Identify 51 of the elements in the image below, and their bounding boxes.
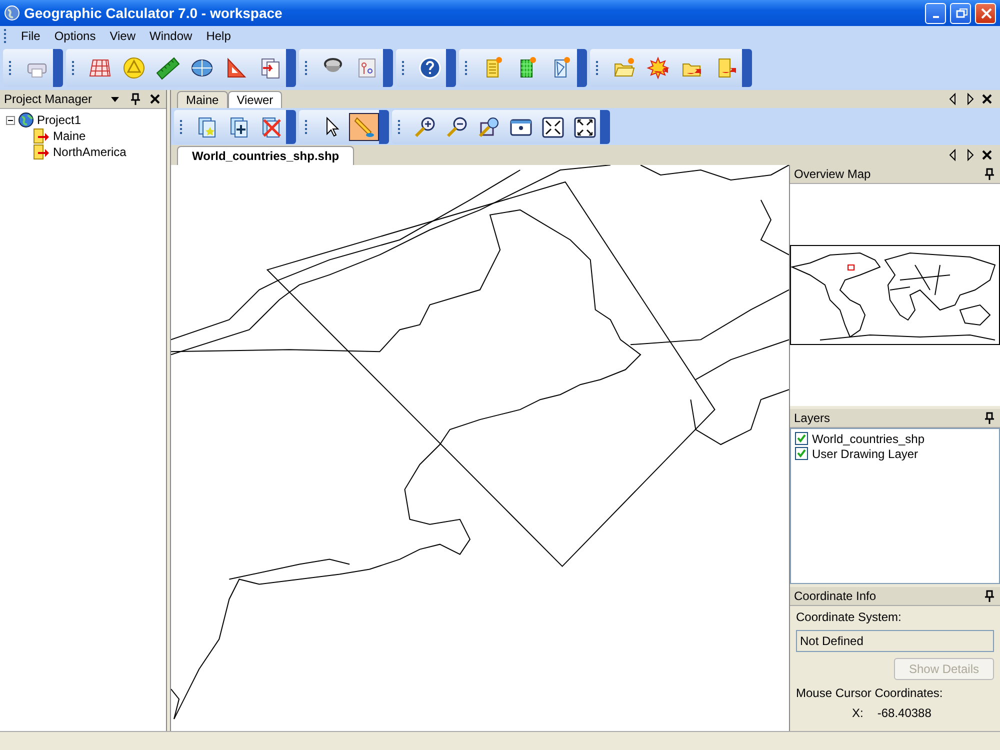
- restore-button[interactable]: [950, 2, 971, 24]
- panel-title: Layers: [794, 411, 832, 425]
- globe-icon: [18, 112, 34, 128]
- panel-title: Project Manager: [4, 92, 94, 106]
- ruler-icon: [156, 56, 180, 80]
- tree-item[interactable]: Maine: [53, 129, 86, 143]
- document-arrow-icon: [32, 144, 50, 160]
- document-arrow-icon: [32, 128, 50, 144]
- zoom-box-icon: [477, 114, 501, 138]
- close-button[interactable]: [975, 2, 996, 24]
- pin-icon[interactable]: [982, 411, 996, 425]
- tab[interactable]: Maine: [177, 91, 228, 108]
- zoom-in-icon: [413, 114, 437, 138]
- field-label: Coordinate System:: [796, 610, 902, 624]
- menu-item[interactable]: View: [102, 29, 142, 43]
- minimize-button[interactable]: [925, 2, 946, 24]
- menu-item[interactable]: Options: [47, 29, 103, 43]
- tool-button[interactable]: [349, 112, 379, 140]
- coordinate-value: -68.40388: [877, 706, 932, 720]
- burst-arrow-icon: [646, 56, 670, 80]
- field-label: Mouse Cursor Coordinates:: [796, 686, 944, 700]
- pin-icon[interactable]: [982, 167, 996, 181]
- zoom-out-icon: [445, 114, 469, 138]
- checkbox[interactable]: [795, 432, 808, 445]
- checkbox[interactable]: [795, 447, 808, 460]
- pencil-icon: [352, 114, 376, 138]
- layer-label: World_countries_shp: [812, 432, 925, 446]
- tree-item[interactable]: Project1: [37, 113, 82, 127]
- arrows-outward-icon: [573, 114, 597, 138]
- arrows-inward-icon: [541, 114, 565, 138]
- window-title: Geographic Calculator 7.0 - workspace: [24, 5, 284, 21]
- pin-icon[interactable]: [982, 589, 996, 603]
- close-icon[interactable]: [148, 92, 162, 106]
- restore-icon[interactable]: [954, 6, 968, 20]
- menu-item[interactable]: Window: [142, 29, 200, 43]
- help-icon: [418, 56, 442, 80]
- panel-title: Coordinate Info: [794, 589, 878, 603]
- menu-item[interactable]: Help: [199, 29, 238, 43]
- panel-title: Overview Map: [794, 167, 872, 181]
- globe-icon: [4, 5, 20, 21]
- coordinate-label: X:: [852, 706, 864, 720]
- pin-icon[interactable]: [128, 92, 142, 106]
- layer-label: User Drawing Layer: [812, 446, 918, 460]
- tab[interactable]: Viewer: [228, 91, 282, 108]
- tree-item[interactable]: NorthAmerica: [53, 145, 126, 159]
- collapse-icon[interactable]: [6, 116, 15, 124]
- close-icon[interactable]: [980, 92, 994, 106]
- document-tab[interactable]: World_countries_shp.shp: [177, 146, 354, 165]
- coordinate-system-field[interactable]: Not Defined: [796, 630, 994, 652]
- menu-item[interactable]: File: [14, 29, 48, 43]
- close-icon[interactable]: [980, 148, 994, 162]
